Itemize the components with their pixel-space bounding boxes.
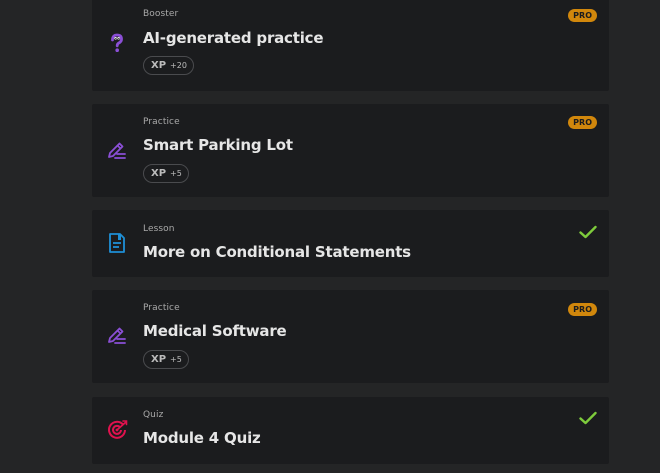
item-title: AI-generated practice bbox=[143, 29, 324, 47]
list-item[interactable]: Quiz Module 4 Quiz bbox=[92, 397, 609, 464]
list-item[interactable]: Practice Medical Software XP +5 PRO bbox=[92, 290, 609, 383]
pencil-edit-icon bbox=[106, 140, 128, 162]
xp-value: +5 bbox=[170, 355, 182, 364]
list-item[interactable]: Booster AI-generated practice XP +20 PRO bbox=[92, 0, 609, 91]
xp-value: +20 bbox=[170, 61, 187, 70]
item-title: More on Conditional Statements bbox=[143, 243, 411, 261]
check-icon bbox=[579, 411, 597, 425]
target-icon bbox=[106, 419, 128, 441]
item-type: Booster bbox=[143, 9, 179, 19]
item-type: Practice bbox=[143, 117, 180, 127]
pencil-edit-icon bbox=[106, 325, 128, 347]
item-type: Quiz bbox=[143, 410, 164, 420]
item-title: Smart Parking Lot bbox=[143, 136, 293, 154]
xp-label: XP bbox=[151, 354, 167, 365]
check-icon bbox=[579, 225, 597, 239]
item-title: Medical Software bbox=[143, 322, 287, 340]
pro-badge: PRO bbox=[568, 303, 597, 316]
list-item[interactable]: Practice Smart Parking Lot XP +5 PRO bbox=[92, 104, 609, 197]
xp-label: XP bbox=[151, 168, 167, 179]
xp-badge: XP +5 bbox=[143, 164, 189, 183]
pro-badge: PRO bbox=[568, 116, 597, 129]
document-icon bbox=[106, 232, 128, 254]
xp-badge: XP +20 bbox=[143, 56, 194, 75]
item-type: Lesson bbox=[143, 224, 175, 234]
xp-badge: XP +5 bbox=[143, 350, 189, 369]
list-item[interactable]: Lesson More on Conditional Statements bbox=[92, 210, 609, 277]
xp-label: XP bbox=[151, 60, 167, 71]
item-title: Module 4 Quiz bbox=[143, 429, 261, 447]
item-type: Practice bbox=[143, 303, 180, 313]
xp-value: +5 bbox=[170, 169, 182, 178]
question-icon bbox=[106, 32, 128, 54]
pro-badge: PRO bbox=[568, 9, 597, 22]
